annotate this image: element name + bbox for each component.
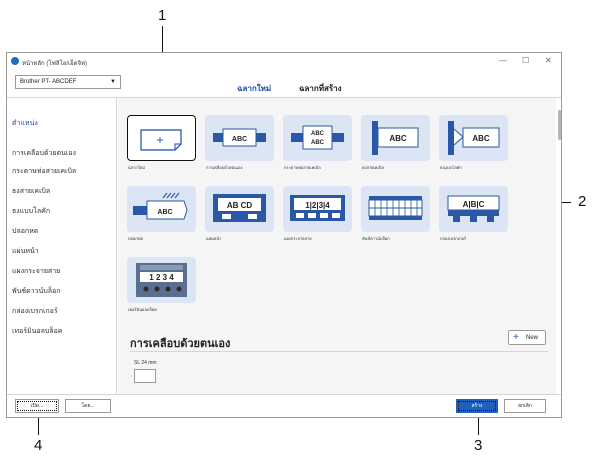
template-tile-faceplate[interactable]: AB CD xyxy=(205,186,274,232)
cable-wrap-icon: ABC ABC xyxy=(291,125,344,150)
breaker-box-icon: A|B|C xyxy=(447,195,500,222)
plus-icon: + xyxy=(513,332,519,343)
callout-4-line xyxy=(38,415,39,435)
sidebar-item-cable-flag[interactable]: ธงสายเคเบิล xyxy=(12,186,50,197)
sidebar-item-patch-panel[interactable]: แผงกระจายสาย xyxy=(12,266,60,277)
template-label-punch-down: พันช์ดาวน์บล็อก xyxy=(362,236,390,241)
template-tile-punch-down[interactable] xyxy=(361,186,430,232)
new-button-label: New xyxy=(526,335,539,341)
heat-shrink-tube-icon: ABC xyxy=(133,192,188,220)
template-tile-cable-flag[interactable]: ABC xyxy=(361,115,430,161)
template-label-cable-wrap: กระดาษห่อสายเคเบิล xyxy=(284,165,321,170)
section-divider xyxy=(130,351,548,352)
sidebar: ตำแหน่ง การเคลือบด้วยตนเอง กระดาษห่อสายเ… xyxy=(7,98,117,394)
svg-text:ABC: ABC xyxy=(232,136,247,143)
template-gallery: + ฉลากใหม่ ABC การเคลือบด้วยตนเอง ABC AB… xyxy=(118,98,556,394)
svg-text:ABC: ABC xyxy=(157,209,172,216)
svg-text:ABC: ABC xyxy=(389,134,407,143)
svg-text:+: + xyxy=(156,133,163,147)
chevron-down-icon: ▼ xyxy=(110,79,116,85)
new-label-icon: + xyxy=(140,129,182,151)
patch-panel-icon: 1|2|3|4 xyxy=(290,195,345,221)
printer-select-value: Brother PT- ABCDEF xyxy=(20,79,77,85)
cable-flag-icon: ABC xyxy=(372,121,419,155)
callout-3-line xyxy=(478,415,479,435)
flag-icon: ABC xyxy=(448,121,500,155)
template-tile-self-laminating[interactable]: ABC xyxy=(205,115,274,161)
sidebar-item-faceplate[interactable]: แผ่นหน้า xyxy=(12,246,39,257)
template-tile-patch-panel[interactable]: 1|2|3|4 xyxy=(283,186,352,232)
open-button[interactable]: เปิด... xyxy=(15,399,59,413)
template-tile-heat-shrink[interactable]: ABC xyxy=(127,186,196,232)
svg-text:ABC: ABC xyxy=(472,134,490,143)
create-button[interactable]: สร้าง xyxy=(456,399,498,413)
vertical-scrollbar[interactable] xyxy=(557,98,562,394)
minimize-icon[interactable]: — xyxy=(499,56,507,65)
sidebar-item-location[interactable]: ตำแหน่ง xyxy=(12,118,38,129)
svg-text:AB CD: AB CD xyxy=(227,201,253,210)
svg-text:ABC: ABC xyxy=(311,131,325,137)
callout-3: 3 xyxy=(474,437,483,454)
template-label-patch-panel: แผงกระจายสาย xyxy=(284,236,312,241)
section-title: การเคลือบด้วยตนเอง xyxy=(130,338,231,350)
sidebar-item-terminal-block[interactable]: เทอร์มินอลบล็อค xyxy=(12,326,62,337)
title-bar: หน้าหลัก (โฟลิโอ/เอ็ดจิท) — ☐ ✕ xyxy=(7,53,561,70)
callout-2: 2 xyxy=(578,193,587,210)
template-tile-new-label[interactable]: + xyxy=(127,115,196,161)
template-label-breaker-box: กล่องเบรกเกอร์ xyxy=(440,236,467,241)
tab-new-label[interactable]: ฉลากใหม่ xyxy=(237,82,271,95)
template-label-faceplate: แผ่นหน้า xyxy=(206,236,222,241)
app-window: หน้าหลัก (โฟลิโอ/เอ็ดจิท) — ☐ ✕ Brother … xyxy=(6,52,562,418)
terminal-block-icon: 1 2 3 4 xyxy=(136,263,187,297)
cancel-button[interactable]: ยกเลิก xyxy=(504,399,546,413)
sidebar-item-breaker-box[interactable]: กล่องเบรกเกอร์ xyxy=(12,306,58,317)
callout-4: 4 xyxy=(34,437,43,454)
svg-text:ABC: ABC xyxy=(311,140,325,146)
sidebar-item-heat-shrink[interactable]: ปลอกหด xyxy=(12,226,38,237)
template-label-heat-shrink: ปลอกหด xyxy=(128,236,144,241)
sidebar-item-flag[interactable]: ธงแบบโลคัก xyxy=(12,206,50,217)
printer-select[interactable]: Brother PT- ABCDEF ▼ xyxy=(15,75,121,89)
other-button[interactable]: โดย... xyxy=(65,399,111,413)
template-label-terminal-block: เทอร์มินอลบล็อค xyxy=(128,307,157,312)
punch-down-block-icon xyxy=(368,196,423,220)
svg-text:1 2 3 4: 1 2 3 4 xyxy=(149,273,174,282)
footer-divider xyxy=(7,394,561,395)
app-icon xyxy=(11,57,19,65)
new-button[interactable]: + New xyxy=(508,330,546,345)
template-tile-breaker-box[interactable]: A|B|C xyxy=(439,186,508,232)
size-label: SL 24 mm xyxy=(134,360,157,366)
template-label-cable-flag: ธงสายเคเบิล xyxy=(362,165,384,170)
template-label-flag: ธงแบบโลคัก xyxy=(440,165,462,170)
self-laminating-cable-icon: ABC xyxy=(213,128,266,147)
template-tile-terminal-block[interactable]: 1 2 3 4 xyxy=(127,257,196,303)
template-label-new-label: ฉลากใหม่ xyxy=(128,165,146,170)
template-tile-flag[interactable]: ABC xyxy=(439,115,508,161)
sidebar-item-self-laminating[interactable]: การเคลือบด้วยตนเอง xyxy=(12,148,76,159)
sidebar-item-punch-down[interactable]: พันช์ดาวน์บล็อก xyxy=(12,286,61,297)
faceplate-icon: AB CD xyxy=(213,194,266,222)
close-icon[interactable]: ✕ xyxy=(545,56,552,65)
callout-1: 1 xyxy=(158,7,167,24)
maximize-icon[interactable]: ☐ xyxy=(522,56,529,65)
size-preview[interactable] xyxy=(134,369,156,383)
svg-text:A|B|C: A|B|C xyxy=(463,200,485,209)
template-tile-cable-wrap[interactable]: ABC ABC xyxy=(283,115,352,161)
window-title: หน้าหลัก (โฟลิโอ/เอ็ดจิท) xyxy=(22,61,88,67)
svg-text:1|2|3|4: 1|2|3|4 xyxy=(305,201,330,210)
scrollbar-thumb[interactable] xyxy=(558,110,561,140)
tab-created-labels[interactable]: ฉลากที่สร้าง xyxy=(299,82,342,95)
sidebar-item-cable-wrap[interactable]: กระดาษห่อสายเคเบิล xyxy=(12,166,76,177)
template-label-self-laminating: การเคลือบด้วยตนเอง xyxy=(206,165,243,170)
